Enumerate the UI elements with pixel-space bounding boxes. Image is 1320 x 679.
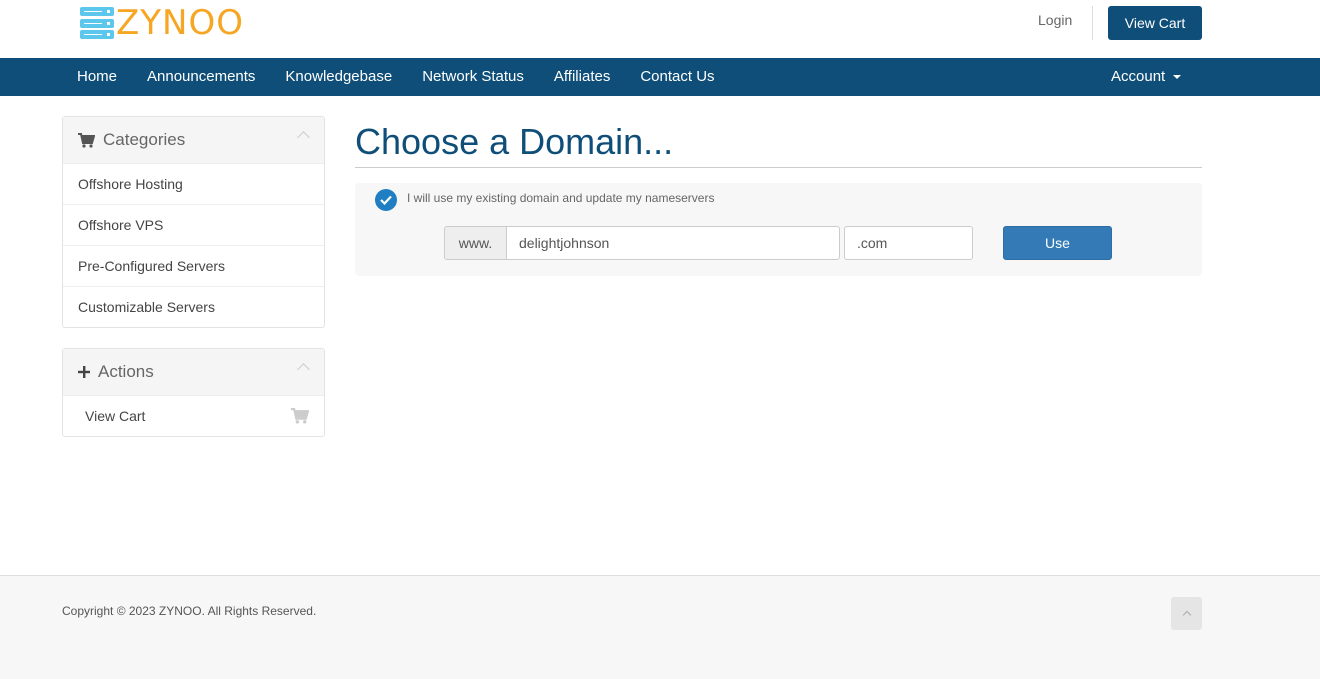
- site-header: ZYNOO Login View Cart: [0, 0, 1320, 58]
- nav-item-knowledgebase[interactable]: Knowledgebase: [270, 58, 407, 96]
- page-title: Choose a Domain...: [355, 116, 1202, 168]
- category-item[interactable]: Pre-Configured Servers: [63, 245, 324, 286]
- header-divider: [1092, 6, 1093, 40]
- tld-input[interactable]: [844, 226, 973, 260]
- nav-item-contact-us[interactable]: Contact Us: [625, 58, 729, 96]
- shopping-cart-icon: [291, 408, 309, 424]
- login-link[interactable]: Login: [1038, 12, 1072, 28]
- nav-item-affiliates[interactable]: Affiliates: [539, 58, 625, 96]
- nav-item-home[interactable]: Home: [62, 58, 132, 96]
- chevron-up-icon: [1182, 610, 1191, 620]
- existing-domain-label[interactable]: I will use my existing domain and update…: [407, 191, 714, 205]
- view-cart-button[interactable]: View Cart: [1108, 6, 1202, 40]
- categories-panel: Categories Offshore Hosting Offshore VPS…: [62, 116, 325, 328]
- main-navbar: Home Announcements Knowledgebase Network…: [0, 58, 1320, 96]
- actions-title: Actions: [98, 362, 154, 381]
- nav-item-network-status[interactable]: Network Status: [407, 58, 539, 96]
- server-stack-icon: [80, 7, 114, 39]
- existing-domain-option: I will use my existing domain and update…: [355, 183, 1202, 276]
- account-label: Account: [1111, 68, 1166, 85]
- categories-title: Categories: [103, 130, 186, 149]
- category-label: Pre-Configured Servers: [78, 258, 226, 274]
- category-item[interactable]: Offshore VPS: [63, 204, 324, 245]
- action-label: View Cart: [85, 408, 146, 424]
- www-prefix: www.: [444, 226, 507, 260]
- category-item[interactable]: Customizable Servers: [63, 286, 324, 327]
- logo[interactable]: ZYNOO: [80, 5, 244, 41]
- category-label: Offshore VPS: [78, 217, 164, 233]
- nav-item-announcements[interactable]: Announcements: [132, 58, 270, 96]
- plus-icon: [78, 366, 90, 378]
- copyright-text: Copyright © 2023 ZYNOO. All Rights Reser…: [62, 604, 317, 618]
- sidebar: Categories Offshore Hosting Offshore VPS…: [62, 116, 325, 457]
- footer: Copyright © 2023 ZYNOO. All Rights Reser…: [0, 575, 1320, 679]
- chevron-up-icon[interactable]: [297, 131, 310, 144]
- use-domain-button[interactable]: Use: [1003, 226, 1112, 260]
- action-view-cart[interactable]: View Cart: [63, 395, 324, 436]
- account-dropdown[interactable]: Account: [1096, 58, 1196, 96]
- caret-down-icon: [1173, 75, 1182, 80]
- chevron-up-icon[interactable]: [297, 363, 310, 376]
- logo-text: ZYNOO: [116, 3, 245, 43]
- domain-name-input[interactable]: [506, 226, 840, 260]
- shopping-cart-icon: [78, 132, 95, 148]
- categories-panel-heading[interactable]: Categories: [63, 117, 324, 163]
- back-to-top-button[interactable]: [1171, 597, 1202, 630]
- category-item[interactable]: Offshore Hosting: [63, 163, 324, 204]
- category-label: Customizable Servers: [78, 299, 215, 315]
- actions-panel-heading[interactable]: Actions: [63, 349, 324, 395]
- category-label: Offshore Hosting: [78, 176, 183, 192]
- actions-panel: Actions View Cart: [62, 348, 325, 437]
- check-circle-icon[interactable]: [375, 189, 397, 211]
- main-content: Choose a Domain... I will use my existin…: [355, 116, 1202, 276]
